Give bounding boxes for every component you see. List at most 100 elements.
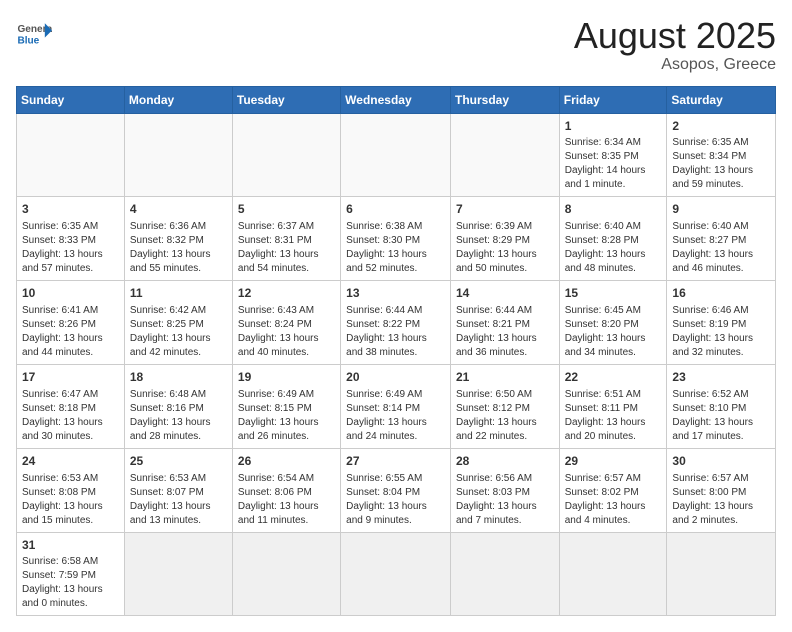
day-number: 29 — [565, 453, 662, 470]
day-number: 20 — [346, 369, 445, 386]
day-number: 7 — [456, 201, 554, 218]
weekday-header: Thursday — [450, 86, 559, 113]
day-info: Sunrise: 6:35 AM Sunset: 8:34 PM Dayligh… — [672, 136, 770, 192]
calendar-week-row: 10 Sunrise: 6:41 AM Sunset: 8:26 PM Dayli… — [17, 281, 776, 365]
day-number: 2 — [672, 118, 770, 135]
day-number: 12 — [238, 285, 335, 302]
day-info: Sunrise: 6:40 AM Sunset: 8:27 PM Dayligh… — [672, 220, 770, 276]
calendar-day-cell: 23Sunrise: 6:52 AM Sunset: 8:10 PM Dayli… — [667, 364, 776, 448]
day-info: Sunrise: 6:58 AM Sunset: 7:59 PM Dayligh… — [22, 555, 119, 611]
calendar-day-cell: 27 Sunrise: 6:55 AM Sunset: 8:04 PM Dayli… — [341, 448, 451, 532]
day-number: 26 — [238, 453, 335, 470]
day-info: Sunrise: 6:45 AM Sunset: 8:20 PM Dayligh… — [565, 304, 662, 360]
calendar-day-cell: 29 Sunrise: 6:57 AM Sunset: 8:02 PM Dayli… — [559, 448, 667, 532]
calendar-day-cell: 1Sunrise: 6:34 AM Sunset: 8:35 PM Daylig… — [559, 113, 667, 197]
calendar-day-cell: 21 Sunrise: 6:50 AM Sunset: 8:12 PM Dayli… — [450, 364, 559, 448]
calendar-day-cell: 5 Sunrise: 6:37 AM Sunset: 8:31 PM Daylig… — [232, 197, 340, 281]
day-info: Sunrise: 6:36 AM Sunset: 8:32 PM Dayligh… — [130, 220, 227, 276]
day-info: Sunrise: 6:54 AM Sunset: 8:06 PM Dayligh… — [238, 472, 335, 528]
calendar-day-cell: 16 Sunrise: 6:46 AM Sunset: 8:19 PM Dayli… — [667, 281, 776, 365]
day-info: Sunrise: 6:34 AM Sunset: 8:35 PM Dayligh… — [565, 136, 662, 192]
day-info: Sunrise: 6:44 AM Sunset: 8:21 PM Dayligh… — [456, 304, 554, 360]
calendar-day-cell — [559, 532, 667, 616]
calendar-day-cell: 15 Sunrise: 6:45 AM Sunset: 8:20 PM Dayli… — [559, 281, 667, 365]
calendar-day-cell: 24Sunrise: 6:53 AM Sunset: 8:08 PM Dayli… — [17, 448, 125, 532]
day-info: Sunrise: 6:44 AM Sunset: 8:22 PM Dayligh… — [346, 304, 445, 360]
calendar-day-cell: 11Sunrise: 6:42 AM Sunset: 8:25 PM Dayli… — [124, 281, 232, 365]
logo-icon: General Blue — [16, 16, 52, 52]
weekday-header: Wednesday — [341, 86, 451, 113]
day-number: 15 — [565, 285, 662, 302]
weekday-header: Friday — [559, 86, 667, 113]
day-info: Sunrise: 6:47 AM Sunset: 8:18 PM Dayligh… — [22, 388, 119, 444]
calendar-day-cell — [232, 113, 340, 197]
day-number: 3 — [22, 201, 119, 218]
calendar-day-cell: 30 Sunrise: 6:57 AM Sunset: 8:00 PM Dayli… — [667, 448, 776, 532]
day-number: 9 — [672, 201, 770, 218]
day-info: Sunrise: 6:37 AM Sunset: 8:31 PM Dayligh… — [238, 220, 335, 276]
calendar-week-row: 31Sunrise: 6:58 AM Sunset: 7:59 PM Dayli… — [17, 532, 776, 616]
calendar-day-cell — [450, 532, 559, 616]
calendar-day-cell — [341, 113, 451, 197]
title-block: August 2025 Asopos, Greece — [574, 16, 776, 74]
weekday-header: Saturday — [667, 86, 776, 113]
calendar-day-cell — [124, 532, 232, 616]
calendar-week-row: 1Sunrise: 6:34 AM Sunset: 8:35 PM Daylig… — [17, 113, 776, 197]
calendar-day-cell — [124, 113, 232, 197]
calendar-day-cell: 6 Sunrise: 6:38 AM Sunset: 8:30 PM Daylig… — [341, 197, 451, 281]
calendar-day-cell — [17, 113, 125, 197]
day-number: 6 — [346, 201, 445, 218]
day-number: 30 — [672, 453, 770, 470]
weekday-header: Tuesday — [232, 86, 340, 113]
day-number: 31 — [22, 537, 119, 554]
page-title: August 2025 — [574, 16, 776, 56]
day-number: 21 — [456, 369, 554, 386]
day-number: 11 — [130, 285, 227, 302]
calendar-day-cell — [341, 532, 451, 616]
calendar-day-cell: 8Sunrise: 6:40 AM Sunset: 8:28 PM Daylig… — [559, 197, 667, 281]
calendar-day-cell: 19Sunrise: 6:49 AM Sunset: 8:15 PM Dayli… — [232, 364, 340, 448]
day-info: Sunrise: 6:57 AM Sunset: 8:00 PM Dayligh… — [672, 472, 770, 528]
calendar-day-cell: 14 Sunrise: 6:44 AM Sunset: 8:21 PM Dayli… — [450, 281, 559, 365]
day-info: Sunrise: 6:49 AM Sunset: 8:14 PM Dayligh… — [346, 388, 445, 444]
calendar-day-cell: 26 Sunrise: 6:54 AM Sunset: 8:06 PM Dayli… — [232, 448, 340, 532]
day-number: 25 — [130, 453, 227, 470]
calendar-week-row: 17Sunrise: 6:47 AM Sunset: 8:18 PM Dayli… — [17, 364, 776, 448]
day-number: 18 — [130, 369, 227, 386]
day-number: 5 — [238, 201, 335, 218]
day-number: 13 — [346, 285, 445, 302]
svg-text:Blue: Blue — [17, 35, 39, 46]
day-info: Sunrise: 6:48 AM Sunset: 8:16 PM Dayligh… — [130, 388, 227, 444]
calendar-header-row: SundayMondayTuesdayWednesdayThursdayFrid… — [17, 86, 776, 113]
calendar-day-cell: 28 Sunrise: 6:56 AM Sunset: 8:03 PM Dayli… — [450, 448, 559, 532]
day-info: Sunrise: 6:40 AM Sunset: 8:28 PM Dayligh… — [565, 220, 662, 276]
weekday-header: Sunday — [17, 86, 125, 113]
day-number: 1 — [565, 118, 662, 135]
day-number: 27 — [346, 453, 445, 470]
day-info: Sunrise: 6:35 AM Sunset: 8:33 PM Dayligh… — [22, 220, 119, 276]
day-number: 28 — [456, 453, 554, 470]
calendar-day-cell: 25 Sunrise: 6:53 AM Sunset: 8:07 PM Dayli… — [124, 448, 232, 532]
day-info: Sunrise: 6:39 AM Sunset: 8:29 PM Dayligh… — [456, 220, 554, 276]
day-number: 22 — [565, 369, 662, 386]
day-info: Sunrise: 6:46 AM Sunset: 8:19 PM Dayligh… — [672, 304, 770, 360]
calendar-day-cell: 7 Sunrise: 6:39 AM Sunset: 8:29 PM Daylig… — [450, 197, 559, 281]
day-number: 14 — [456, 285, 554, 302]
day-info: Sunrise: 6:55 AM Sunset: 8:04 PM Dayligh… — [346, 472, 445, 528]
day-info: Sunrise: 6:52 AM Sunset: 8:10 PM Dayligh… — [672, 388, 770, 444]
day-number: 16 — [672, 285, 770, 302]
day-info: Sunrise: 6:56 AM Sunset: 8:03 PM Dayligh… — [456, 472, 554, 528]
calendar-day-cell: 9 Sunrise: 6:40 AM Sunset: 8:27 PM Daylig… — [667, 197, 776, 281]
calendar-day-cell: 2Sunrise: 6:35 AM Sunset: 8:34 PM Daylig… — [667, 113, 776, 197]
day-info: Sunrise: 6:53 AM Sunset: 8:07 PM Dayligh… — [130, 472, 227, 528]
logo: General Blue — [16, 16, 52, 52]
calendar-day-cell: 12Sunrise: 6:43 AM Sunset: 8:24 PM Dayli… — [232, 281, 340, 365]
calendar-day-cell: 31Sunrise: 6:58 AM Sunset: 7:59 PM Dayli… — [17, 532, 125, 616]
day-info: Sunrise: 6:38 AM Sunset: 8:30 PM Dayligh… — [346, 220, 445, 276]
day-info: Sunrise: 6:50 AM Sunset: 8:12 PM Dayligh… — [456, 388, 554, 444]
day-info: Sunrise: 6:41 AM Sunset: 8:26 PM Dayligh… — [22, 304, 119, 360]
calendar-day-cell — [232, 532, 340, 616]
calendar-day-cell: 13 Sunrise: 6:44 AM Sunset: 8:22 PM Dayli… — [341, 281, 451, 365]
day-number: 10 — [22, 285, 119, 302]
day-info: Sunrise: 6:57 AM Sunset: 8:02 PM Dayligh… — [565, 472, 662, 528]
